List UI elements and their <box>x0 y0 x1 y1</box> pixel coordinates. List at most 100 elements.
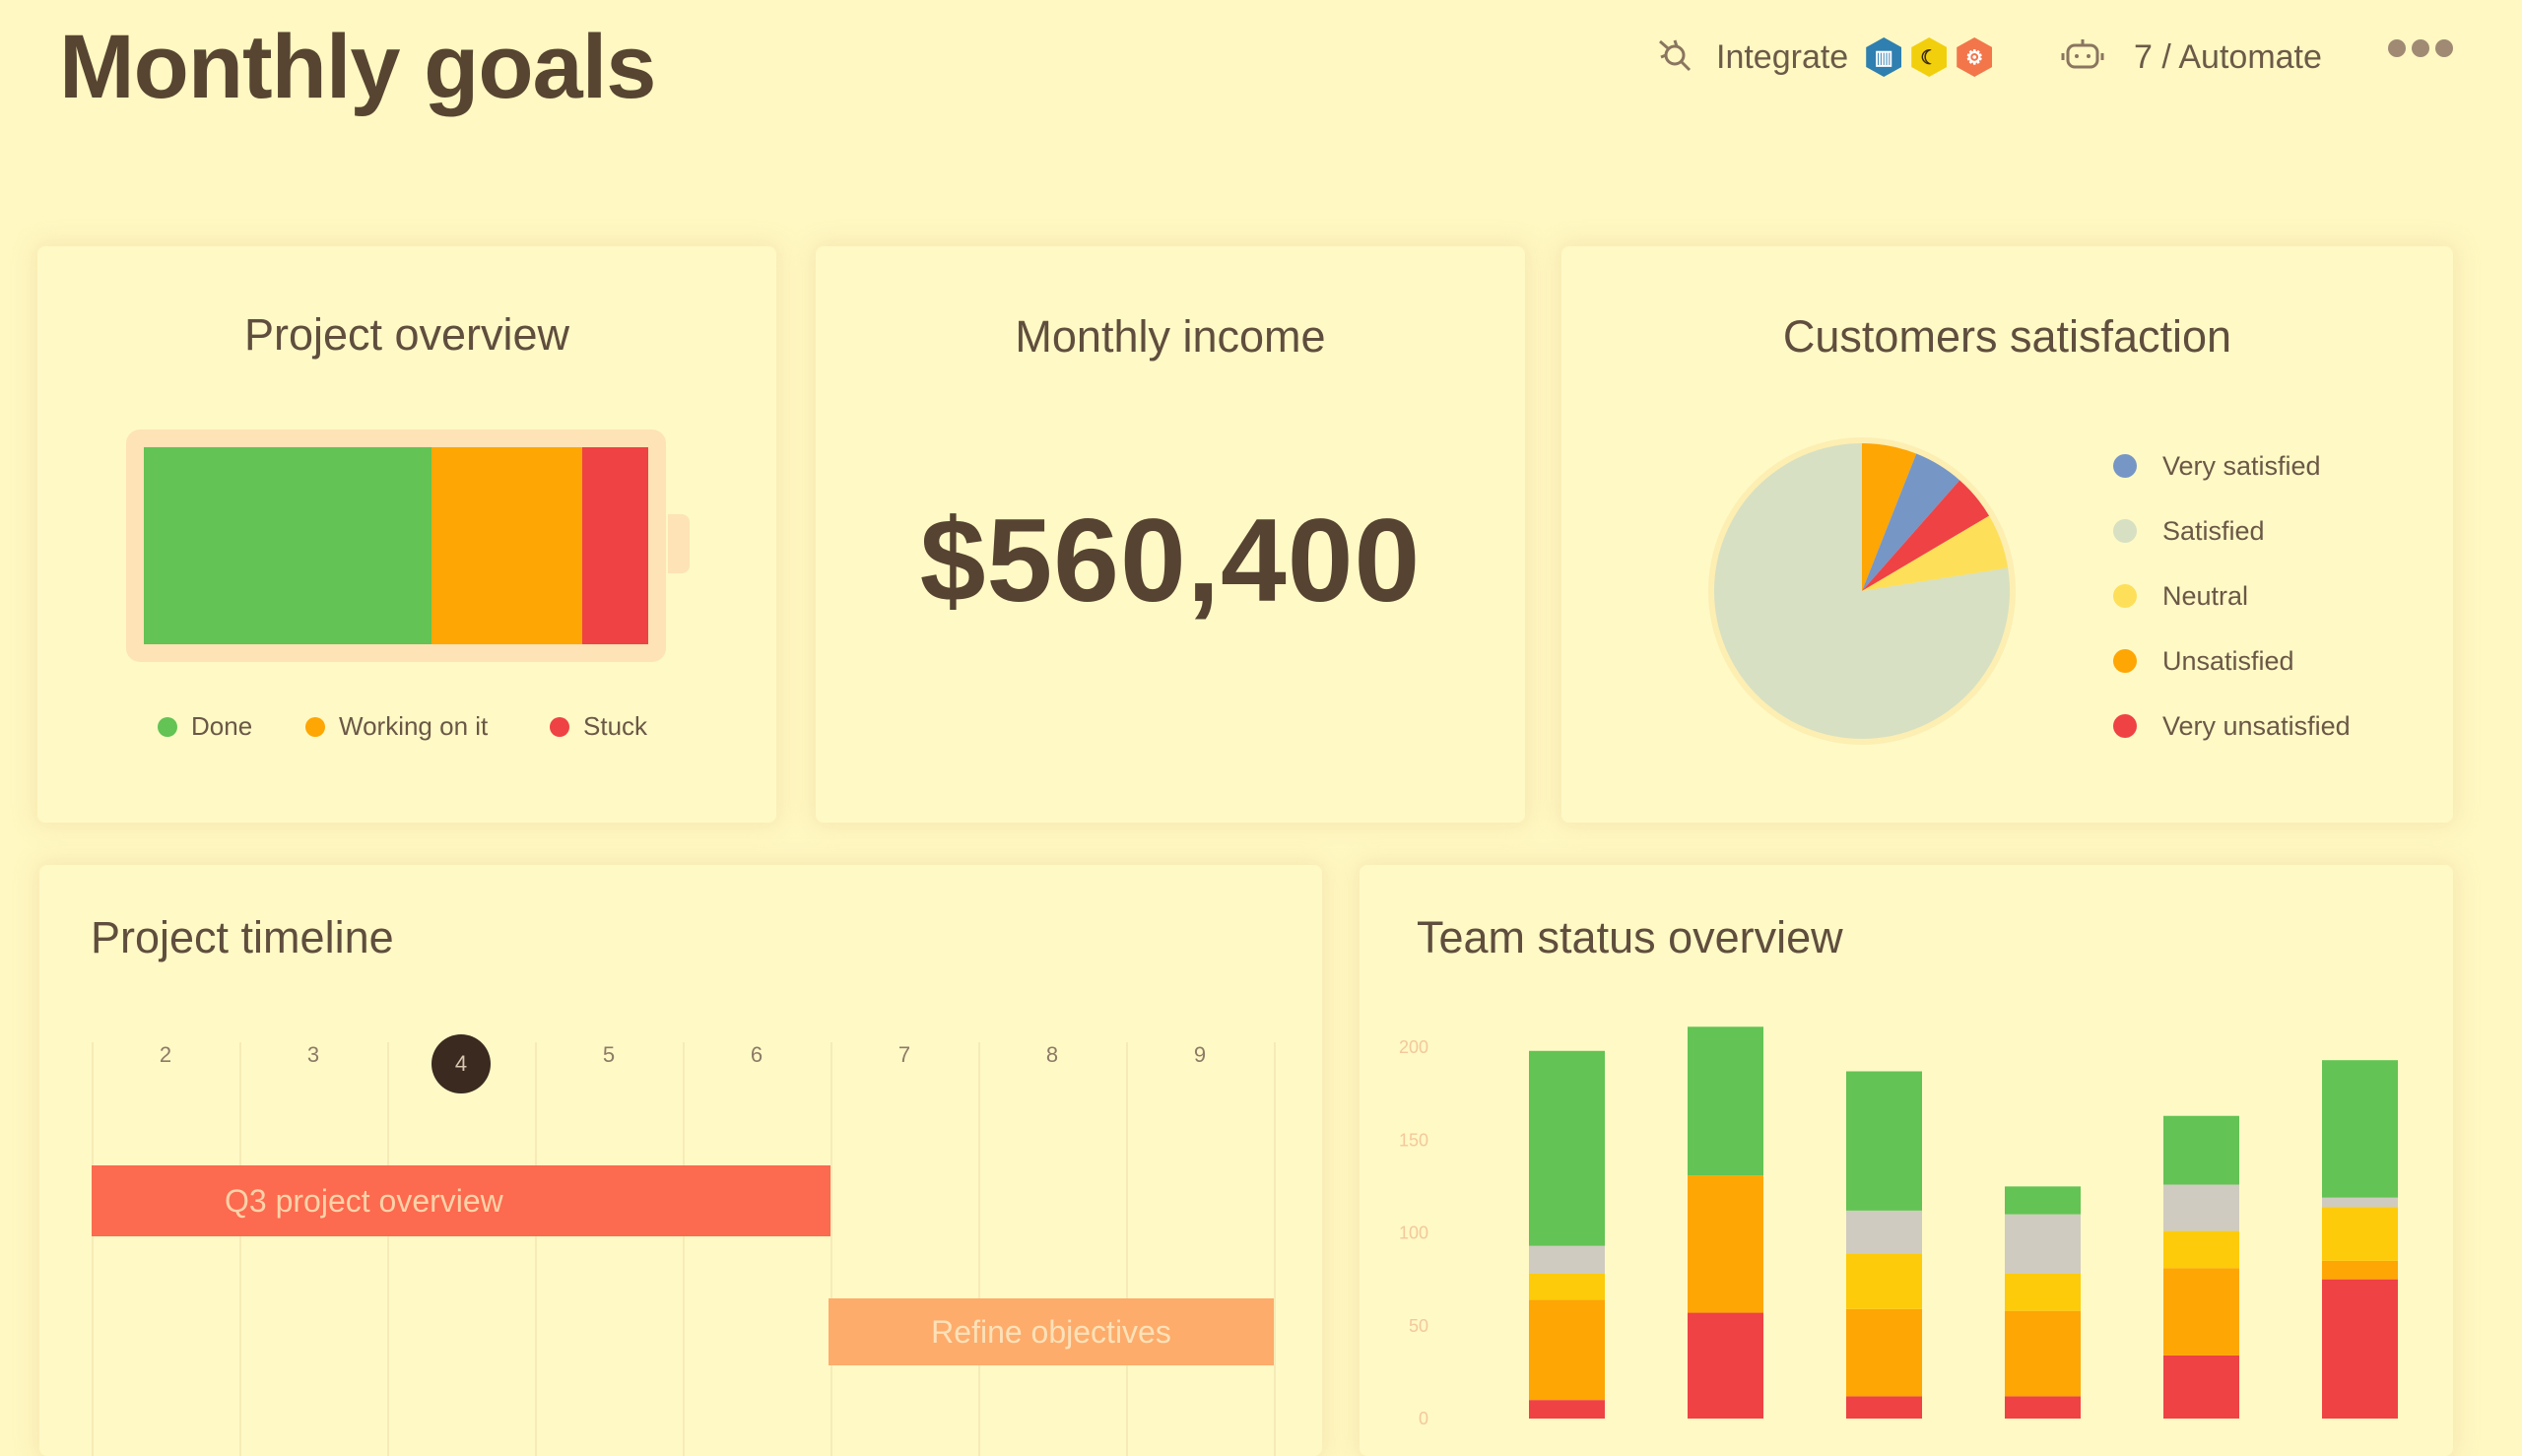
bar-segment-not-started[interactable] <box>1846 1210 1922 1254</box>
dot <box>2388 39 2406 57</box>
bar-segment-neutral[interactable] <box>2322 1207 2398 1261</box>
legend-dot <box>2113 454 2137 478</box>
legend-item-done: Done <box>158 711 252 742</box>
legend-dot <box>2113 519 2137 543</box>
timeline-gridline <box>830 1042 832 1456</box>
timeline-gridline <box>92 1042 94 1456</box>
battery-segment-done[interactable] <box>144 447 431 644</box>
legend-label: Stuck <box>583 711 648 741</box>
legend-item-neutral: Neutral <box>2113 563 2351 629</box>
bar-segment-not-started[interactable] <box>2163 1184 2239 1231</box>
bar-segment-neutral[interactable] <box>2005 1273 2081 1311</box>
bar-segment-working-on-it[interactable] <box>2005 1310 2081 1397</box>
robot-icon <box>2061 37 2104 78</box>
legend-item-working: Working on it <box>305 711 488 742</box>
timeline-column-label: 7 <box>897 1042 911 1067</box>
bar-segment-stuck[interactable] <box>1529 1400 1605 1419</box>
timeline-item-label: Q3 project overview <box>225 1182 503 1219</box>
timeline-column-label: 5 <box>602 1042 616 1067</box>
timeline-item-label: Refine objectives <box>931 1313 1171 1350</box>
page-title: Monthly goals <box>59 17 656 117</box>
hubspot-icon: ⚙ <box>1957 37 1993 77</box>
bar-segment-done[interactable] <box>2005 1186 2081 1215</box>
timeline-gridline <box>387 1042 389 1456</box>
more-options-icon[interactable] <box>2388 39 2453 57</box>
integrate-icon <box>1655 35 1694 80</box>
timeline-gridline <box>239 1042 241 1456</box>
bar-segment-stuck[interactable] <box>2322 1279 2398 1419</box>
timeline-column-label: 8 <box>1045 1042 1059 1067</box>
legend-label: Very satisfied <box>2162 450 2321 481</box>
legend-item-stuck: Stuck <box>550 711 647 742</box>
project-overview-title: Project overview <box>243 309 570 360</box>
satisfaction-pie-chart <box>1708 437 2016 745</box>
bar-segment-not-started[interactable] <box>1529 1245 1605 1274</box>
automate-label: 7 / Automate <box>2134 37 2322 76</box>
team-status-card: Team status overview 0 50 100 150 200 <box>1360 865 2453 1456</box>
timeline-gridline <box>683 1042 685 1456</box>
bar-segment-neutral[interactable] <box>1529 1273 1605 1300</box>
y-tick-label: 0 <box>1419 1409 1428 1428</box>
project-timeline-title: Project timeline <box>91 912 394 962</box>
y-tick-label: 100 <box>1399 1224 1428 1243</box>
legend-label: Satisfied <box>2162 515 2265 546</box>
legend-label: Working on it <box>339 711 489 741</box>
bar-segment-stuck[interactable] <box>1688 1312 1763 1419</box>
legend-dot <box>2113 584 2137 608</box>
bar-segment-stuck[interactable] <box>2163 1355 2239 1419</box>
monthly-income-card: Monthly income $560,400 <box>816 246 1525 823</box>
dot <box>2435 39 2453 57</box>
timeline-gridline <box>1274 1042 1276 1456</box>
timeline-gridline <box>535 1042 537 1456</box>
timeline-column-label: 2 <box>159 1042 172 1067</box>
dot <box>2412 39 2429 57</box>
battery-segment-working[interactable] <box>431 447 583 644</box>
y-tick-label: 150 <box>1399 1130 1428 1150</box>
legend-label: Done <box>191 711 253 741</box>
bar-segment-done[interactable] <box>2163 1115 2239 1185</box>
bar-segment-neutral[interactable] <box>2163 1230 2239 1269</box>
legend-dot-working <box>305 716 325 737</box>
customer-satisfaction-card: Customers satisfaction Very satisfied Sa… <box>1561 246 2453 823</box>
battery-segment-stuck[interactable] <box>582 447 648 644</box>
bar-segment-working-on-it[interactable] <box>1846 1308 1922 1397</box>
timeline-item-q3-project-overview[interactable]: Q3 project overview <box>92 1165 830 1236</box>
customer-satisfaction-title: Customers satisfaction <box>1782 311 2232 362</box>
bar-segment-stuck[interactable] <box>2005 1396 2081 1419</box>
timeline-column-label: 6 <box>750 1042 763 1067</box>
legend-dot <box>2113 649 2137 673</box>
bar-segment-neutral[interactable] <box>1846 1253 1922 1309</box>
battery-chart <box>144 447 648 644</box>
timeline-today-marker[interactable]: 4 <box>431 1034 491 1093</box>
satisfaction-legend: Very satisfied Satisfied Neutral Unsatis… <box>2113 433 2351 759</box>
timeline-column-label: 3 <box>306 1042 320 1067</box>
timeline-column-label: 9 <box>1193 1042 1207 1067</box>
bar-segment-working-on-it[interactable] <box>2163 1268 2239 1356</box>
bar-segment-done[interactable] <box>1529 1050 1605 1246</box>
legend-dot-stuck <box>550 716 569 737</box>
legend-label: Unsatisfied <box>2162 645 2294 676</box>
bar-segment-working-on-it[interactable] <box>2322 1260 2398 1280</box>
bar-segment-stuck[interactable] <box>1846 1396 1922 1419</box>
bar-segment-not-started[interactable] <box>2322 1197 2398 1208</box>
legend-dot <box>2113 714 2137 738</box>
legend-item-unsatisfied: Unsatisfied <box>2113 629 2351 694</box>
bar-segment-working-on-it[interactable] <box>1688 1175 1763 1313</box>
battery-cap <box>668 514 690 573</box>
mailchimp-icon: ☾ <box>1911 37 1948 77</box>
legend-item-satisfied: Satisfied <box>2113 498 2351 563</box>
legend-item-very-satisfied: Very satisfied <box>2113 433 2351 498</box>
bar-segment-done[interactable] <box>1846 1071 1922 1211</box>
bar-segment-done[interactable] <box>1688 1026 1763 1176</box>
timeline-item-refine-objectives[interactable]: Refine objectives <box>829 1298 1274 1365</box>
legend-label: Very unsatisfied <box>2162 710 2351 741</box>
integrate-button[interactable]: Integrate ▥ ☾ ⚙ <box>1655 28 1993 87</box>
legend-item-very-unsatisfied: Very unsatisfied <box>2113 694 2351 759</box>
bar-segment-working-on-it[interactable] <box>1529 1299 1605 1401</box>
automate-button[interactable]: 7 / Automate <box>2061 28 2322 87</box>
y-tick-label: 50 <box>1409 1316 1428 1336</box>
bar-segment-not-started[interactable] <box>2005 1214 2081 1274</box>
integrate-label: Integrate <box>1716 37 1849 76</box>
monthly-income-title: Monthly income <box>1015 311 1326 362</box>
bar-segment-done[interactable] <box>2322 1060 2398 1198</box>
